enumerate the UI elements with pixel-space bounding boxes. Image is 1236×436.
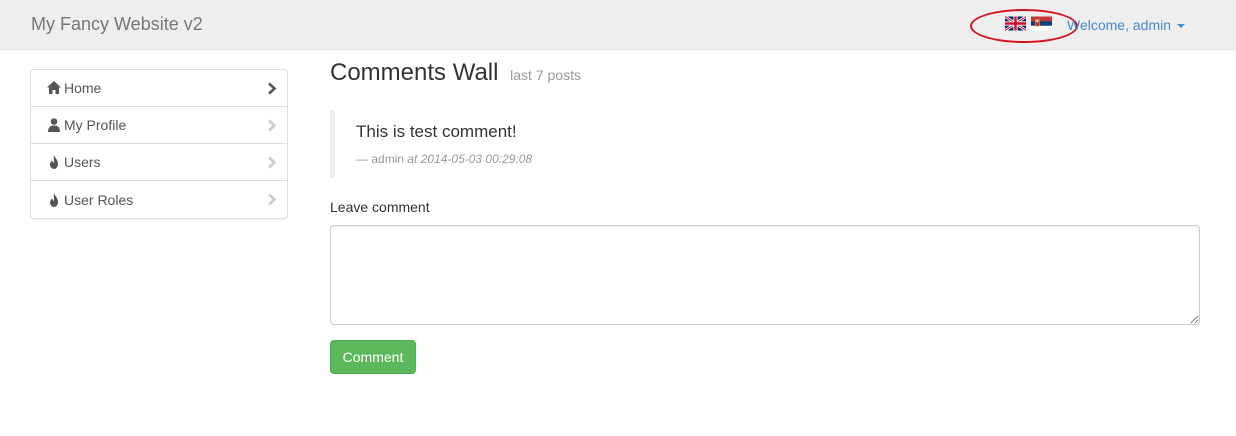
page-title-text: Comments Wall — [330, 59, 499, 86]
sidebar-item-label: My Profile — [64, 117, 127, 133]
leave-comment-label: Leave comment — [330, 199, 430, 215]
user-icon — [48, 118, 60, 132]
comment-text: This is test comment! — [356, 122, 517, 141]
sidebar-item-user-roles[interactable]: User Roles — [31, 181, 287, 218]
language-switcher — [1005, 16, 1052, 31]
comment-item: This is test comment! — admin at 2014-05… — [330, 110, 630, 178]
top-navbar: My Fancy Website v2 Welcome, admin — [0, 0, 1236, 50]
welcome-label: Welcome, admin — [1067, 17, 1172, 33]
page-subtitle: last 7 posts — [510, 67, 581, 83]
chevron-right-icon — [268, 119, 277, 132]
sidebar-item-label: User Roles — [64, 191, 134, 208]
sidebar-item-users[interactable]: Users — [31, 144, 287, 181]
sidebar-nav: Home My Profile Users User Roles — [30, 69, 288, 219]
user-menu-dropdown[interactable]: Welcome, admin — [1067, 17, 1186, 33]
fire-icon — [50, 192, 58, 207]
chevron-right-icon — [268, 193, 277, 206]
serbia-flag-icon[interactable] — [1031, 16, 1052, 31]
sidebar-item-home[interactable]: Home — [31, 70, 287, 107]
chevron-right-icon — [268, 82, 277, 95]
comment-author: admin — [371, 152, 405, 166]
caret-down-icon — [1177, 24, 1186, 28]
fire-icon — [50, 155, 58, 169]
comment-submit-button[interactable]: Comment — [330, 340, 416, 374]
sidebar-item-label: Users — [64, 154, 101, 170]
home-icon — [47, 81, 61, 94]
comment-footer: — admin at 2014-05-03 00:29:08 — [356, 152, 630, 166]
uk-flag-icon[interactable] — [1005, 16, 1026, 31]
sidebar-item-label: Home — [64, 80, 102, 96]
comment-textarea[interactable] — [330, 225, 1200, 325]
page-title: Comments Wall last 7 posts — [330, 59, 581, 87]
sidebar-item-my-profile[interactable]: My Profile — [31, 107, 287, 144]
chevron-right-icon — [268, 156, 277, 169]
comment-timestamp: at 2014-05-03 00:29:08 — [407, 152, 533, 166]
brand-title[interactable]: My Fancy Website v2 — [31, 14, 203, 35]
comment-dash: — — [356, 152, 368, 166]
